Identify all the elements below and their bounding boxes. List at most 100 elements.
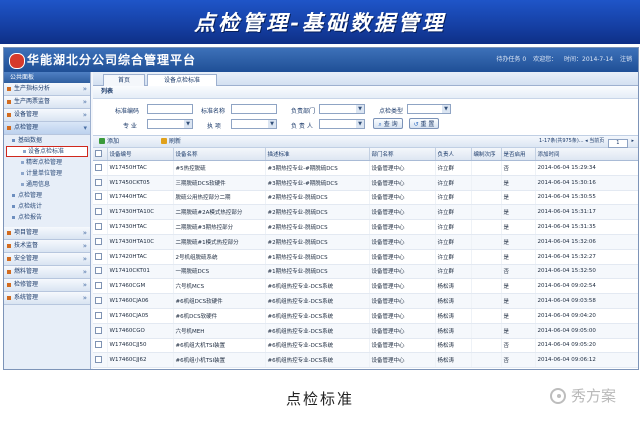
prev-page-icon[interactable]: ◂ bbox=[585, 138, 588, 144]
welcome-text: 欢迎您： bbox=[533, 56, 558, 63]
add-button[interactable]: 添加 bbox=[99, 136, 119, 147]
row-checkbox[interactable] bbox=[93, 249, 108, 265]
table-cell bbox=[471, 308, 502, 324]
table-cell: 设备管理中心 bbox=[369, 293, 436, 309]
search-button[interactable]: ⌕ 查 询 bbox=[373, 118, 403, 129]
owner-select[interactable]: ▼ bbox=[319, 119, 365, 129]
row-checkbox[interactable] bbox=[93, 352, 108, 369]
table-row[interactable]: W17460CJA05 #6机DCS软硬件 #6机组热控专业-DCS系统 设备管理中心… bbox=[93, 308, 638, 324]
table-cell: 六号机MCS bbox=[173, 278, 266, 295]
table-row[interactable]: W17450CKT05 三期脱硫DCS软硬件 #3期热控专业-#期脱硫DCS 设备管理… bbox=[93, 175, 638, 191]
table-cell: 是 bbox=[501, 219, 536, 235]
sidebar-subitem-inspection-standard[interactable]: 设备点检标准 bbox=[6, 146, 88, 157]
table-row[interactable]: W17430HTA10C 二期脱硫#1模式热控部分 #2期热控专业-脱硫DCS 设备管… bbox=[93, 234, 638, 250]
sidebar-item-system[interactable]: 系统管理 bbox=[4, 292, 90, 305]
table-cell: 2014-06-04 15:30:55 bbox=[535, 190, 638, 206]
sidebar-folder-manage[interactable]: 点检管理 bbox=[4, 190, 90, 201]
refresh-button[interactable]: 刷新 bbox=[161, 136, 181, 147]
owner-label: 负 责 人 bbox=[291, 123, 313, 130]
standards-table: 设备编号 设备名称 描述标准 部门名称 负责人 编制次序 是否启用 添加时间 W… bbox=[93, 148, 638, 369]
reset-button[interactable]: ↺ 重 置 bbox=[409, 118, 439, 129]
table-row[interactable]: W17460CJJ50 #6机组大机TSI装置 #6机组热控专业-DCS系统 设备管理… bbox=[93, 338, 638, 354]
table-row[interactable]: W17450HTAC #5热控脱硫 #3期热控专业-#期脱硫DCS 设备管理中心 许立群… bbox=[93, 160, 638, 176]
table-row[interactable]: W17460CJJ62 #6机组小机TSI装置 #6机组热控专业-DCS系统 设备管理… bbox=[93, 352, 638, 369]
name-input[interactable] bbox=[231, 104, 277, 114]
table-row[interactable]: W17430HTAC 二期脱硫#3期热控部分 #2期热控专业-脱硫DCS 设备管理中心… bbox=[93, 219, 638, 235]
sidebar-subitem-general[interactable]: 通用信息 bbox=[4, 179, 90, 190]
row-checkbox[interactable] bbox=[93, 308, 108, 324]
table-row[interactable]: W17410CKT01 一期脱硫DCS #1期热控专业-脱硫DCS 设备管理中心 许立群… bbox=[93, 264, 638, 280]
page-icon bbox=[21, 161, 24, 164]
sidebar-item-fuel[interactable]: 燃料管理 bbox=[4, 266, 90, 279]
row-checkbox[interactable] bbox=[93, 234, 108, 250]
header-status: 待办任务 0 欢迎您： 时间：2014-7-14 注销 bbox=[491, 54, 632, 63]
sidebar-item-tickets[interactable]: 生产两票监督 bbox=[4, 96, 90, 109]
sidebar-item-indicators[interactable]: 生产指标分析 bbox=[4, 83, 90, 96]
page-input[interactable]: 1 bbox=[607, 139, 628, 148]
table-row[interactable]: W17460CGM 六号机MCS #6机组热控专业-DCS系统 设备管理中心 杨松涛 是 2… bbox=[93, 278, 638, 295]
tab-home[interactable]: 首页 bbox=[103, 74, 145, 86]
col-header[interactable]: 添加时间 bbox=[535, 148, 638, 161]
tab-inspection-standard[interactable]: 设备点检标准 bbox=[147, 74, 217, 86]
name-label: 标准名称 bbox=[201, 108, 226, 115]
sidebar-item-safety[interactable]: 安全管理 bbox=[4, 253, 90, 266]
exec-select[interactable]: ▼ bbox=[231, 119, 277, 129]
col-header[interactable]: 负责人 bbox=[435, 148, 472, 161]
col-header[interactable]: 描述标准 bbox=[265, 148, 370, 161]
next-page-icon[interactable]: ▸ bbox=[631, 138, 634, 144]
tasks-link[interactable]: 待办任务 0 bbox=[496, 56, 526, 63]
sidebar-folder-stats[interactable]: 点检统计 bbox=[4, 201, 90, 212]
sidebar-folder-basic-data[interactable]: 基础数据 bbox=[4, 135, 90, 146]
type-select[interactable]: ▼ bbox=[407, 104, 451, 114]
wechat-icon bbox=[549, 387, 566, 404]
table-row[interactable]: W17460CJA06 #6机组DCS软硬件 #6机组热控专业-DCS系统 设备管理中… bbox=[93, 293, 638, 309]
dept-select[interactable]: ▼ bbox=[319, 104, 365, 114]
row-checkbox[interactable] bbox=[93, 219, 108, 235]
row-checkbox[interactable] bbox=[93, 175, 108, 191]
sidebar-item-tech[interactable]: 技术监督 bbox=[4, 240, 90, 253]
table-cell: W17450HTAC bbox=[107, 160, 174, 176]
sidebar-folder-report[interactable]: 点检报告 bbox=[4, 212, 90, 223]
folder-icon bbox=[7, 270, 11, 274]
table-cell: W17430HTA10C bbox=[107, 234, 174, 250]
sidebar-subitem-precision[interactable]: 精密点检管理 bbox=[4, 157, 90, 168]
panel-title: 列表 bbox=[93, 86, 638, 99]
table-row[interactable]: W17420HTAC 2号机组脱硫系统 #1期热控专业-脱硫DCS 设备管理中心 许立群… bbox=[93, 249, 638, 265]
sidebar-item-repair[interactable]: 检修管理 bbox=[4, 279, 90, 292]
table-cell bbox=[471, 204, 502, 221]
table-cell: 是 bbox=[501, 249, 536, 265]
table-row[interactable]: W17440HTAC 脱硫公用热控部分二期 #2期热控专业-脱硫DCS 设备管理中心许… bbox=[93, 190, 638, 206]
table-cell: 设备管理中心 bbox=[369, 264, 436, 280]
table-cell: #5热控脱硫 bbox=[173, 160, 266, 176]
logout-link[interactable]: 注销 bbox=[620, 56, 632, 63]
sidebar-subitem-units[interactable]: 计量单位管理 bbox=[4, 168, 90, 179]
code-input[interactable] bbox=[147, 104, 193, 114]
col-header[interactable]: 编制次序 bbox=[471, 148, 502, 161]
row-checkbox[interactable] bbox=[93, 160, 108, 176]
table-row[interactable]: W17430HTA10C 二期脱硫#2A模式热控部分 #2期热控专业-脱硫DCS 设备… bbox=[93, 204, 638, 221]
sidebar-item-projects[interactable]: 项目管理 bbox=[4, 227, 90, 240]
pager: 1-17条(共975条)... ◂ 当前页 1 ▸ bbox=[539, 136, 634, 148]
page-label: 当前页 bbox=[589, 138, 605, 144]
slide-title: 点检管理-基础数据管理 bbox=[194, 10, 446, 35]
row-checkbox[interactable] bbox=[93, 204, 108, 221]
row-checkbox[interactable] bbox=[93, 190, 108, 206]
table-row[interactable]: W17460CGO 六号机MEH #6机组热控专业-DCS系统 设备管理中心 杨松涛 是 2… bbox=[93, 323, 638, 339]
major-select[interactable]: ▼ bbox=[147, 119, 193, 129]
table-cell: 设备管理中心 bbox=[369, 308, 436, 324]
sidebar-item-inspection[interactable]: 点检管理 bbox=[4, 122, 90, 135]
table-cell: 设备管理中心 bbox=[369, 278, 436, 295]
col-header[interactable]: 设备编号 bbox=[107, 148, 174, 161]
col-header[interactable]: 部门名称 bbox=[369, 148, 436, 161]
row-checkbox[interactable] bbox=[93, 293, 108, 309]
row-checkbox[interactable] bbox=[93, 264, 108, 280]
slide-caption: 点检标准 bbox=[285, 390, 354, 408]
row-checkbox[interactable] bbox=[93, 323, 108, 339]
col-header[interactable]: 设备名称 bbox=[173, 148, 266, 161]
row-checkbox[interactable] bbox=[93, 338, 108, 354]
col-header[interactable]: 是否启用 bbox=[501, 148, 536, 161]
add-icon bbox=[99, 138, 105, 144]
sidebar-item-equipment[interactable]: 设备管理 bbox=[4, 109, 90, 122]
row-checkbox[interactable] bbox=[93, 278, 108, 295]
select-all-checkbox[interactable] bbox=[93, 148, 108, 161]
